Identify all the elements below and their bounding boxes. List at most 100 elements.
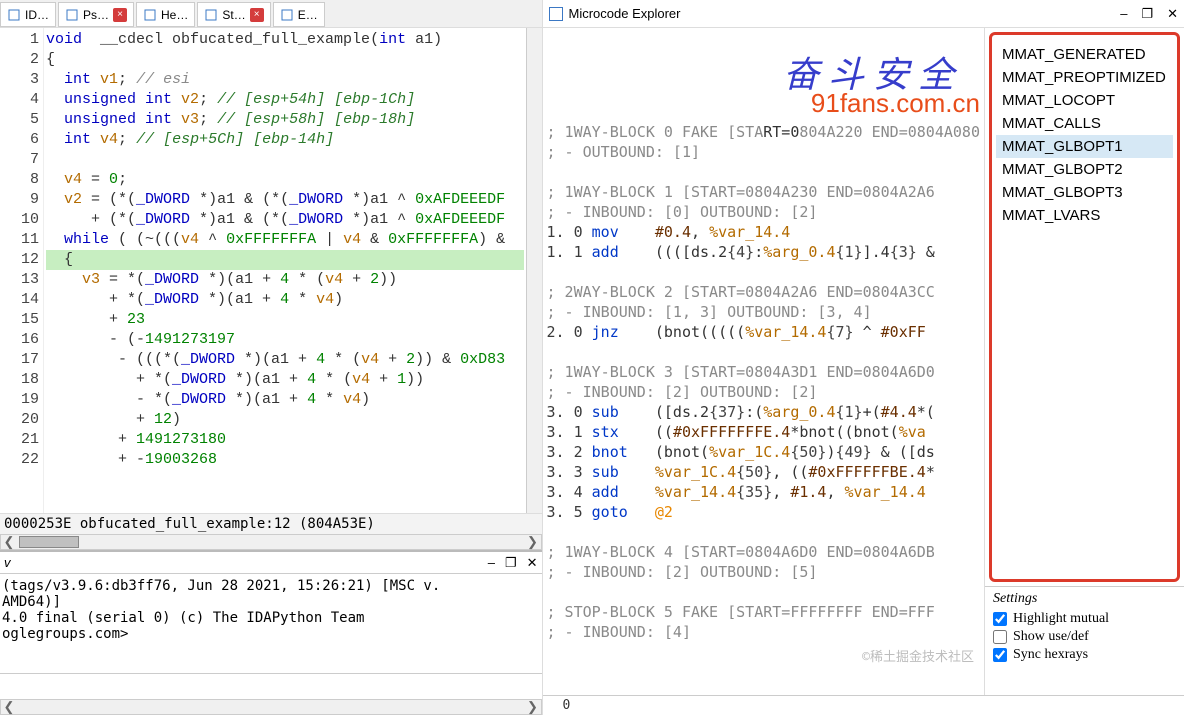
line-number: 20: [0, 410, 39, 430]
tab-label: St…: [222, 8, 245, 22]
microcode-line[interactable]: 3. 2 bnot (bnot(%var_1C.4{50}){49} & ([d…: [547, 442, 981, 462]
minimize-icon[interactable]: –: [488, 555, 495, 570]
scroll-right-icon[interactable]: ❯: [525, 699, 541, 715]
microcode-line[interactable]: [547, 342, 981, 362]
show-usedef-checkbox[interactable]: Show use/def: [993, 629, 1176, 645]
microcode-line[interactable]: [547, 162, 981, 182]
microcode-line[interactable]: 1. 1 add ((([ds.2{4}:%arg_0.4{1}].4{3} &: [547, 242, 981, 262]
close-icon[interactable]: ✕: [527, 555, 538, 571]
restore-icon[interactable]: ❐: [1141, 6, 1153, 22]
microcode-line[interactable]: ; 1WAY-BLOCK 4 [START=0804A6D0 END=0804A…: [547, 542, 981, 562]
microcode-line[interactable]: [547, 582, 981, 602]
microcode-line[interactable]: ; - OUTBOUND: [1]: [547, 142, 981, 162]
code-line[interactable]: v2 = (*(_DWORD *)a1 & (*(_DWORD *)a1 ^ 0…: [46, 190, 524, 210]
console-output[interactable]: (tags/v3.9.6:db3ff76, Jun 28 2021, 15:26…: [0, 574, 542, 673]
enum-icon: [280, 8, 294, 22]
tab-label: Ps…: [83, 8, 109, 22]
microcode-line[interactable]: ; - INBOUND: [2] OUTBOUND: [2]: [547, 382, 981, 402]
settings-header: Settings: [993, 591, 1176, 607]
horizontal-scrollbar[interactable]: ❮ ❯: [0, 534, 542, 550]
code-line[interactable]: int v1; // esi: [46, 70, 524, 90]
editor-tab[interactable]: ID…: [0, 2, 56, 27]
code-line[interactable]: unsigned int v2; // [esp+54h] [ebp-1Ch]: [46, 90, 524, 110]
code-line[interactable]: {: [46, 50, 524, 70]
sync-hexrays-checkbox[interactable]: Sync hexrays: [993, 647, 1176, 663]
microcode-line[interactable]: ; 2WAY-BLOCK 2 [START=0804A2A6 END=0804A…: [547, 282, 981, 302]
microcode-line[interactable]: ; 1WAY-BLOCK 0 FAKE [START=0804A220 END=…: [547, 122, 981, 142]
scroll-left-icon[interactable]: ❮: [1, 699, 17, 715]
console-scrollbar[interactable]: ❮ ❯: [0, 699, 542, 715]
mmat-option[interactable]: MMAT_GLBOPT3: [996, 181, 1173, 204]
code-line[interactable]: + -19003268: [46, 450, 524, 470]
mmat-option[interactable]: MMAT_PREOPTIMIZED: [996, 66, 1173, 89]
microcode-line[interactable]: 3. 5 goto @2: [547, 502, 981, 522]
microcode-line[interactable]: [547, 262, 981, 282]
editor-tab[interactable]: He…: [136, 2, 195, 27]
code-line[interactable]: {: [46, 250, 524, 270]
code-line[interactable]: - (((*(_DWORD *)(a1 + 4 * (v4 + 2)) & 0x…: [46, 350, 524, 370]
mmat-option[interactable]: MMAT_GENERATED: [996, 43, 1173, 66]
mmat-option[interactable]: MMAT_GLBOPT1: [996, 135, 1173, 158]
doc-icon: [65, 8, 79, 22]
code-line[interactable]: + (*(_DWORD *)a1 & (*(_DWORD *)a1 ^ 0xAF…: [46, 210, 524, 230]
vertical-scrollbar[interactable]: [526, 28, 542, 513]
editor-tab[interactable]: Ps… ×: [58, 2, 134, 27]
microcode-line[interactable]: ; 1WAY-BLOCK 1 [START=0804A230 END=0804A…: [547, 182, 981, 202]
microcode-line[interactable]: ; STOP-BLOCK 5 FAKE [START=FFFFFFFF END=…: [547, 602, 981, 622]
code-line[interactable]: + 1491273180: [46, 430, 524, 450]
mmat-option[interactable]: MMAT_CALLS: [996, 112, 1173, 135]
microcode-titlebar: Microcode Explorer – ❐ ✕: [543, 0, 1184, 28]
line-number: 19: [0, 390, 39, 410]
tab-close-icon[interactable]: ×: [113, 8, 127, 22]
line-number: 5: [0, 110, 39, 130]
line-number: 17: [0, 350, 39, 370]
editor-tabbar: ID… Ps… × He… St… × E…: [0, 0, 542, 28]
microcode-line[interactable]: 3. 4 add %var_14.4{35}, #1.4, %var_14.4: [547, 482, 981, 502]
code-line[interactable]: while ( (~(((v4 ^ 0xFFFFFFFA | v4 & 0xFF…: [46, 230, 524, 250]
tab-close-icon[interactable]: ×: [250, 8, 264, 22]
line-number: 7: [0, 150, 39, 170]
code-line[interactable]: v4 = 0;: [46, 170, 524, 190]
scroll-thumb[interactable]: [19, 536, 79, 548]
microcode-line[interactable]: ; 1WAY-BLOCK 3 [START=0804A3D1 END=0804A…: [547, 362, 981, 382]
editor-tab[interactable]: E…: [273, 2, 325, 27]
microcode-doc-icon: [549, 7, 563, 21]
microcode-line[interactable]: 3. 0 sub ([ds.2{37}:(%arg_0.4{1}+(#4.4*(: [547, 402, 981, 422]
minimize-icon[interactable]: –: [1120, 6, 1127, 22]
mmat-option[interactable]: MMAT_LOCOPT: [996, 89, 1173, 112]
microcode-line[interactable]: 1. 0 mov #0.4, %var_14.4: [547, 222, 981, 242]
code-line[interactable]: + *(_DWORD *)(a1 + 4 * (v4 + 1)): [46, 370, 524, 390]
mmat-option[interactable]: MMAT_LVARS: [996, 204, 1173, 227]
code-line[interactable]: [46, 150, 524, 170]
code-lines[interactable]: void __cdecl obfucated_full_example(int …: [44, 28, 526, 513]
microcode-line[interactable]: ; - INBOUND: [0] OUTBOUND: [2]: [547, 202, 981, 222]
microcode-line[interactable]: ; - INBOUND: [1, 3] OUTBOUND: [3, 4]: [547, 302, 981, 322]
code-line[interactable]: v3 = *(_DWORD *)(a1 + 4 * (v4 + 2)): [46, 270, 524, 290]
scroll-right-icon[interactable]: ❯: [525, 534, 541, 550]
editor-tab[interactable]: St… ×: [197, 2, 270, 27]
watermark-footer: ©稀土掘金技术社区: [862, 646, 974, 665]
restore-icon[interactable]: ❐: [505, 555, 517, 571]
code-line[interactable]: int v4; // [esp+5Ch] [ebp-14h]: [46, 130, 524, 150]
mmat-option[interactable]: MMAT_GLBOPT2: [996, 158, 1173, 181]
microcode-line[interactable]: 3. 1 stx ((#0xFFFFFFFE.4*bnot((bnot(%va: [547, 422, 981, 442]
microcode-line[interactable]: 3. 3 sub %var_1C.4{50}, ((#0xFFFFFFBE.4*: [547, 462, 981, 482]
microcode-title: Microcode Explorer: [569, 6, 681, 21]
microcode-line[interactable]: ; - INBOUND: [4]: [547, 622, 981, 642]
code-line[interactable]: + 12): [46, 410, 524, 430]
settings-panel: Settings Highlight mutual Show use/def S…: [985, 586, 1184, 669]
highlight-mutual-checkbox[interactable]: Highlight mutual: [993, 611, 1176, 627]
code-line[interactable]: void __cdecl obfucated_full_example(int …: [46, 30, 524, 50]
microcode-line[interactable]: [547, 522, 981, 542]
code-line[interactable]: + *(_DWORD *)(a1 + 4 * v4): [46, 290, 524, 310]
scroll-left-icon[interactable]: ❮: [1, 534, 17, 550]
code-line[interactable]: + 23: [46, 310, 524, 330]
code-line[interactable]: - *(_DWORD *)(a1 + 4 * v4): [46, 390, 524, 410]
microcode-line[interactable]: ; - INBOUND: [2] OUTBOUND: [5]: [547, 562, 981, 582]
code-line[interactable]: unsigned int v3; // [esp+58h] [ebp-18h]: [46, 110, 524, 130]
console-input[interactable]: [0, 673, 542, 699]
code-line[interactable]: - (-1491273197: [46, 330, 524, 350]
microcode-line[interactable]: 2. 0 jnz (bnot(((((%var_14.4{7} ^ #0xFF: [547, 322, 981, 342]
microcode-listing[interactable]: 奋 斗 安 全 91fans.com.cn ©稀土掘金技术社区 ; 1WAY-B…: [543, 28, 985, 695]
close-icon[interactable]: ✕: [1167, 6, 1178, 22]
